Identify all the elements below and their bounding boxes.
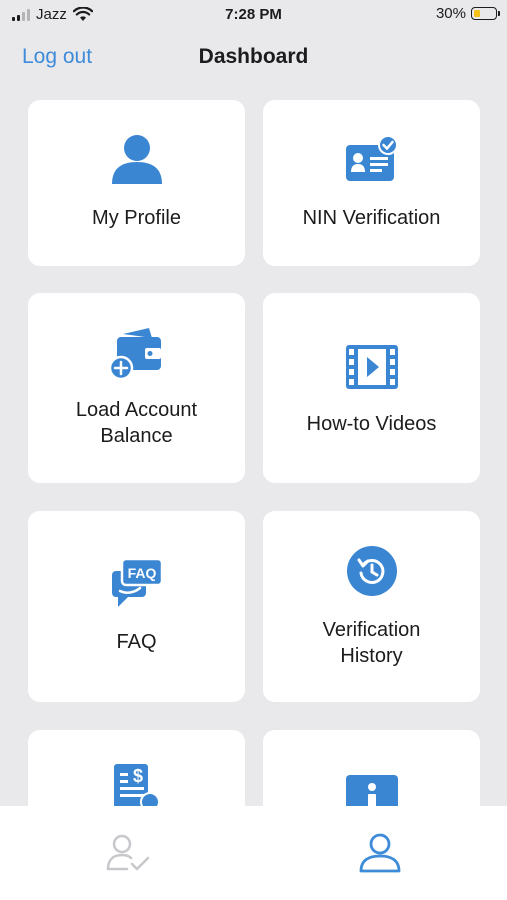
id-card-check-icon [345,135,398,181]
card-label-text: Verification History [322,619,421,667]
load-balance-card[interactable]: Load Account Balance [28,293,245,483]
faq-card[interactable]: FAQ FAQ [28,511,245,702]
status-bar: Jazz 7:28 PM 30% [0,0,507,32]
wallet-add-icon [108,328,161,380]
status-right: 30% [435,5,500,22]
receipt-icon: $ [113,764,160,812]
battery-icon [471,7,500,20]
card-label: FAQ [116,631,157,653]
status-time: 7:28 PM [225,6,282,23]
history-icon [346,546,397,596]
profile-icon [111,135,162,184]
page-title: Dashboard [198,45,309,68]
tab-bar [0,806,507,900]
verification-history-card[interactable]: Verification History [263,511,480,702]
card-label-text: Load Account Balance [75,399,198,447]
user-icon [359,833,401,873]
how-to-videos-card[interactable]: How-to Videos [263,293,480,483]
user-check-icon [106,834,150,871]
card-label: Verification History [263,617,480,669]
video-film-icon [345,345,398,389]
battery-fill [474,10,480,17]
card-label: My Profile [92,207,181,229]
faq-icon: FAQ [111,557,163,607]
card-label: Load Account Balance [28,397,245,449]
my-profile-card[interactable]: My Profile [28,100,245,266]
tab-verified-user[interactable] [98,828,158,878]
card-label: How-to Videos [306,413,437,435]
nav-bar: Log out Dashboard [0,36,507,80]
svg-text:$: $ [132,766,142,786]
svg-text:FAQ: FAQ [127,565,156,581]
battery-percent: 30% [435,5,466,22]
tab-profile[interactable] [350,828,410,878]
nin-verification-card[interactable]: NIN Verification [263,100,480,266]
card-label: NIN Verification [302,207,441,229]
